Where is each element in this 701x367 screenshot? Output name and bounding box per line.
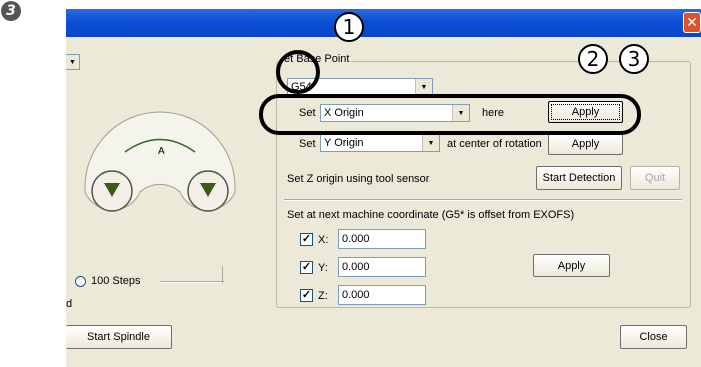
callout-3: 3: [619, 44, 649, 74]
start-detection-button[interactable]: Start Detection: [536, 166, 622, 190]
x-coordinate-input[interactable]: 0.000: [338, 229, 426, 249]
chevron-down-icon: ▼: [66, 55, 79, 69]
z-label: Z:: [318, 290, 328, 302]
close-window-button[interactable]: ✕: [683, 12, 701, 33]
checkmark-icon: ✓: [301, 261, 312, 273]
x-coordinate-value: 0.000: [342, 233, 370, 245]
z-coordinate-value: 0.000: [342, 289, 370, 301]
steps-label: 100 Steps: [91, 275, 141, 287]
y-coordinate-input[interactable]: 0.000: [338, 257, 426, 277]
checkmark-icon: ✓: [301, 233, 312, 245]
z-origin-label: Set Z origin using tool sensor: [287, 173, 430, 185]
title-bar: [66, 9, 701, 37]
x-label: X:: [318, 234, 329, 246]
x-checkbox[interactable]: ✓: [300, 233, 313, 246]
close-button[interactable]: Close: [620, 325, 687, 349]
z-coordinate-input[interactable]: 0.000: [338, 285, 426, 305]
quit-button[interactable]: Quit: [630, 166, 680, 190]
y-checkbox[interactable]: ✓: [300, 261, 313, 274]
apply-rotation-button[interactable]: Apply: [548, 133, 623, 155]
steps-slider-end: [222, 266, 224, 283]
jog-axis-label: A: [158, 146, 165, 157]
group-separator: [284, 199, 682, 201]
cut-label: d: [66, 298, 73, 310]
callout-2: 2: [578, 44, 608, 74]
z-checkbox[interactable]: ✓: [300, 289, 313, 302]
callout-1: 1: [334, 12, 364, 42]
start-spindle-button[interactable]: Start Spindle: [66, 325, 172, 349]
steps-slider-line: [160, 281, 224, 283]
step-number-badge: 3: [1, 1, 21, 21]
checkmark-icon: ✓: [301, 289, 312, 301]
jog-rotation-control: A: [84, 111, 236, 212]
rotation-label: at center of rotation: [447, 138, 542, 150]
close-icon: ✕: [686, 14, 698, 31]
machine-coordinate-title: Set at next machine coordinate (G5* is o…: [287, 209, 575, 221]
y-label: Y:: [318, 262, 328, 274]
highlight-outline-coordinate-system: [276, 50, 320, 94]
y-coordinate-value: 0.000: [342, 261, 370, 273]
steps-radio[interactable]: [75, 276, 86, 287]
apply-coordinates-button[interactable]: Apply: [533, 254, 610, 277]
left-dropdown[interactable]: ▼: [66, 54, 80, 70]
chevron-down-icon: ▼: [422, 135, 439, 151]
set-label-2: Set: [299, 138, 316, 150]
highlight-outline-setting-row: [259, 94, 641, 135]
rotation-axis-select[interactable]: Y Origin ▼: [320, 134, 440, 152]
chevron-down-icon: ▼: [415, 79, 432, 95]
rotation-axis-value: Y Origin: [324, 137, 364, 149]
